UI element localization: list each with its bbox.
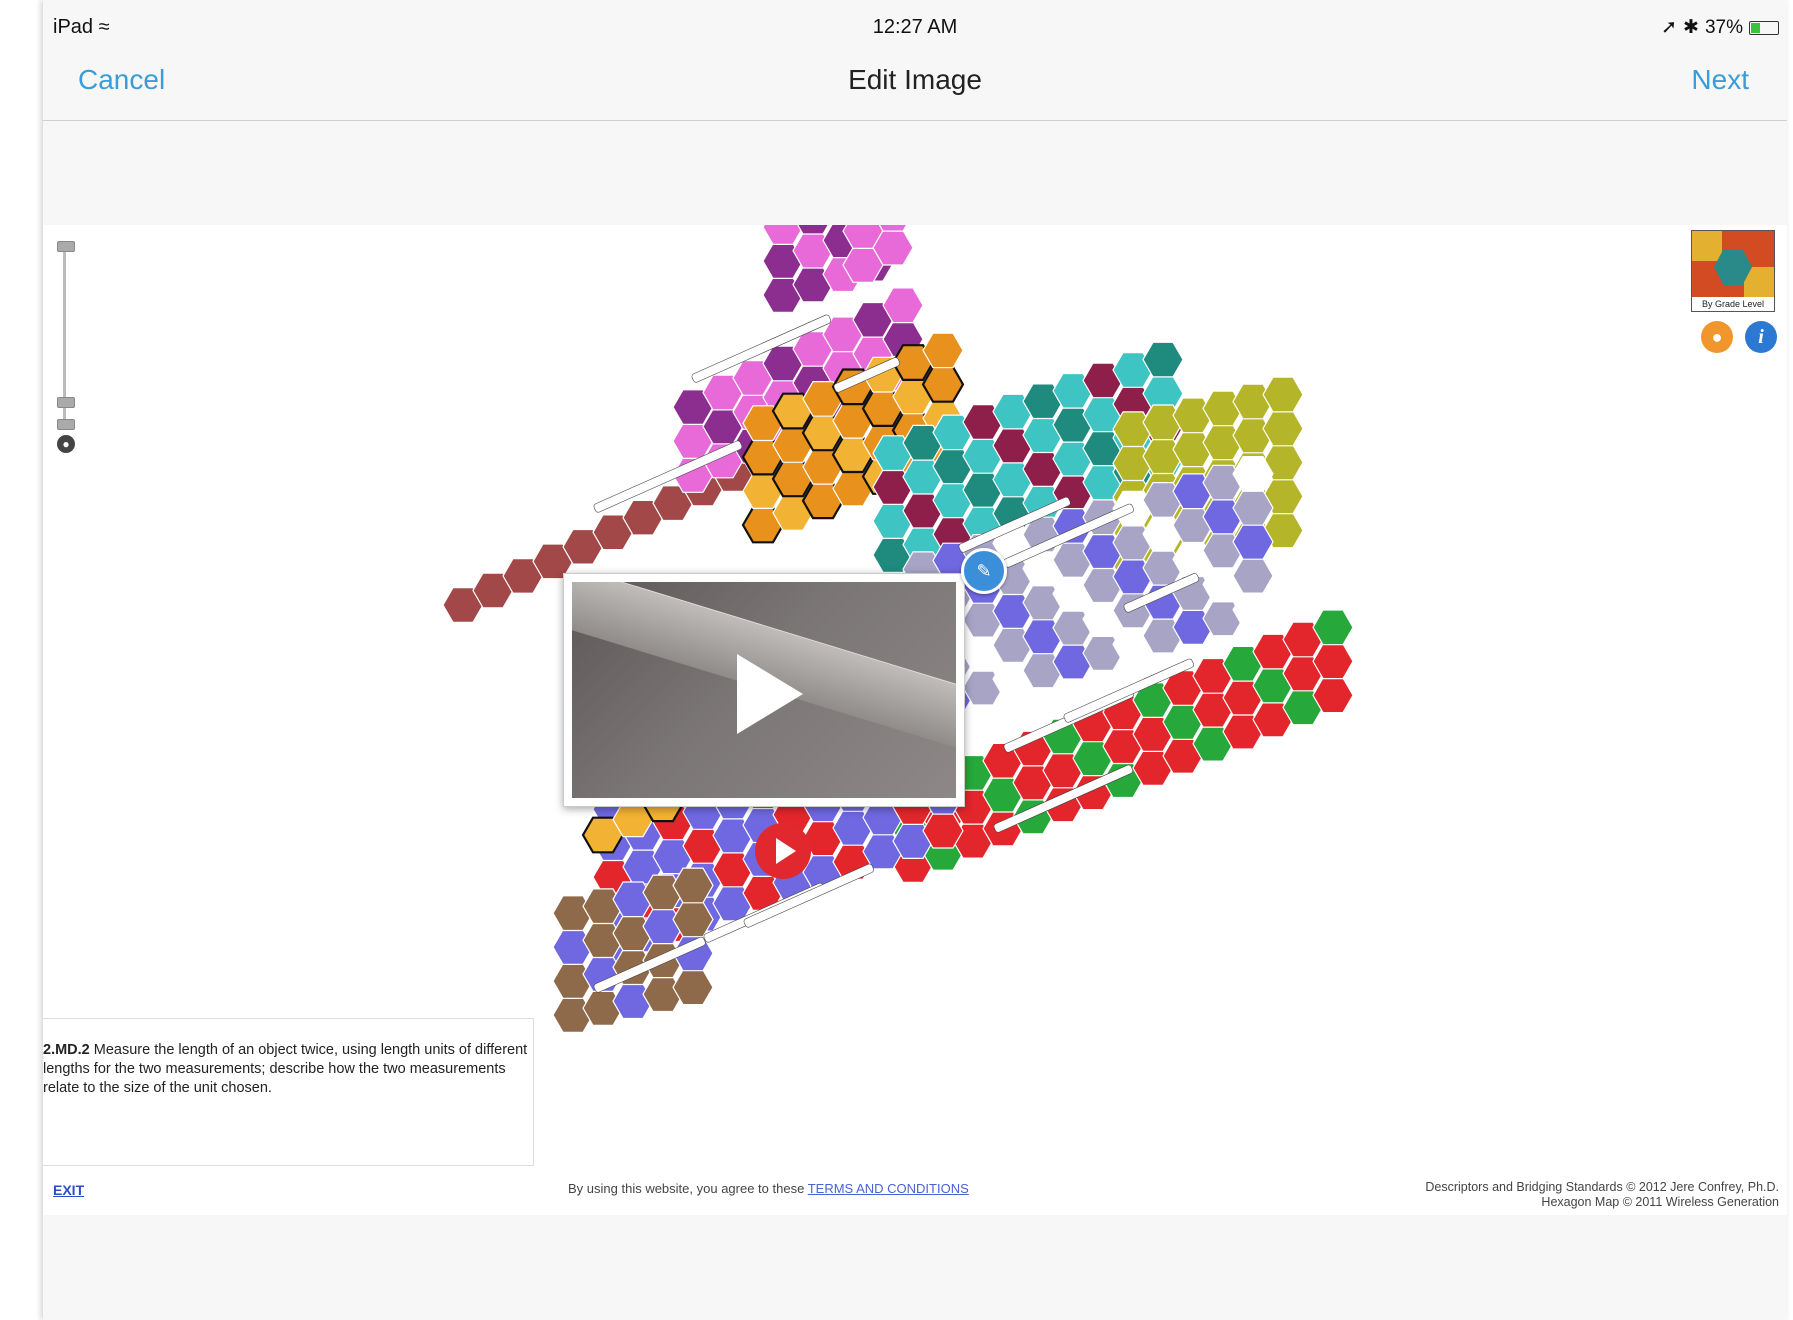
zoom-track [63, 245, 66, 420]
lightbulb-icon[interactable]: ● [1701, 321, 1733, 353]
bluetooth-icon: ✱ [1683, 17, 1699, 38]
battery-percent: 37% [1704, 16, 1743, 38]
status-bar: iPad ≈ 12:27 AM ➚ ✱ 37% [43, 0, 1787, 56]
video-popup[interactable] [563, 573, 965, 807]
grade-level-label: By Grade Level [1692, 297, 1774, 311]
video-marker-play-icon[interactable] [755, 823, 811, 879]
location-icon: ➚ [1661, 17, 1678, 38]
terms-prefix: By using this website, you agree to thes… [568, 1181, 805, 1196]
info-icon[interactable]: i [1745, 321, 1777, 353]
zoom-thumb[interactable] [57, 397, 75, 408]
thumb-hex-yellow [1692, 231, 1722, 261]
pencil-icon[interactable]: ✎ [961, 548, 1007, 594]
zoom-out-handle[interactable] [57, 419, 75, 430]
standard-code: 2.MD.2 [43, 1042, 90, 1058]
terms-notice: By using this website, you agree to thes… [568, 1181, 969, 1196]
exit-link[interactable]: EXIT [53, 1182, 84, 1198]
terms-link[interactable]: TERMS AND CONDITIONS [808, 1181, 969, 1196]
navigation-bar: Cancel Edit Image Next [43, 56, 1787, 121]
clock: 12:27 AM [872, 16, 958, 38]
battery-icon [1749, 20, 1779, 35]
standard-description: 2.MD.2 Measure the length of an object t… [43, 1041, 529, 1098]
page-title: Edit Image [848, 64, 982, 95]
zoom-in-handle[interactable] [57, 241, 75, 252]
video-thumbnail[interactable] [572, 582, 956, 798]
credits: Descriptors and Bridging Standards © 201… [1425, 1180, 1779, 1210]
grade-level-thumbnail[interactable]: By Grade Level [1691, 230, 1775, 312]
ipad-screen: iPad ≈ 12:27 AM ➚ ✱ 37% Cancel Edit Imag… [43, 0, 1787, 1320]
hex-cell[interactable] [921, 365, 965, 403]
zoom-slider[interactable]: ● [57, 239, 75, 459]
credit-line-1: Descriptors and Bridging Standards © 201… [1425, 1180, 1779, 1194]
next-button[interactable]: Next [1691, 64, 1749, 96]
battery-fill [1751, 22, 1760, 33]
hex-cell[interactable] [762, 225, 804, 245]
web-content: ● ✎ By Grade Level ● i 2.MD.2 Measure th… [43, 225, 1787, 1215]
standard-description-box: 2.MD.2 Measure the length of an object t… [43, 1018, 534, 1166]
standard-text: Measure the length of an object twice, u… [43, 1042, 528, 1096]
credit-line-2: Hexagon Map © 2011 Wireless Generation [1541, 1195, 1779, 1209]
status-right: ➚ ✱ 37% [1661, 16, 1779, 39]
globe-icon[interactable]: ● [57, 435, 75, 453]
play-icon[interactable] [737, 654, 803, 734]
